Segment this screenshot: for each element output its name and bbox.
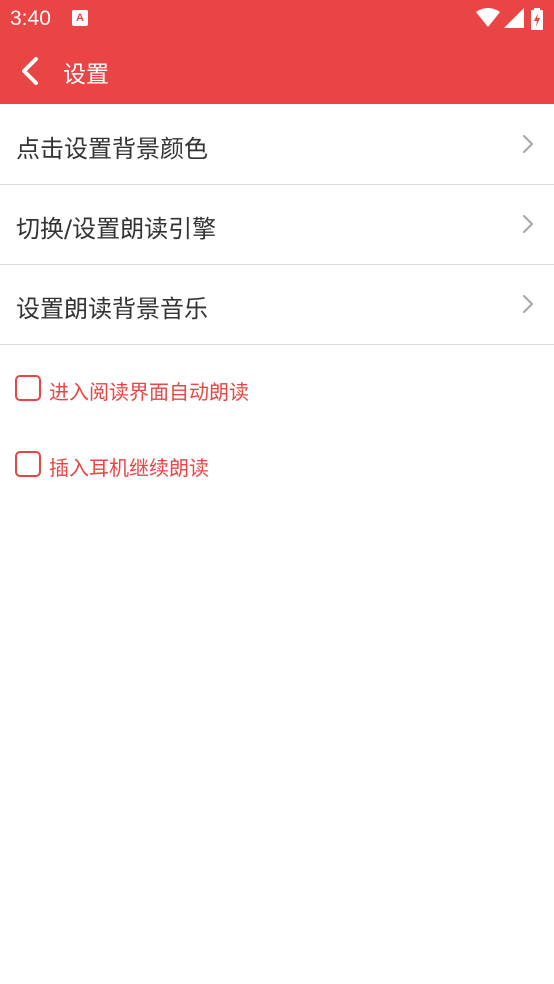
notification-icon: A [72,10,88,26]
chevron-right-icon [523,135,533,153]
status-bar: 3:40 A [0,0,554,38]
notification-icon-letter: A [76,12,84,24]
menu-item-label: 设置朗读背景音乐 [16,295,208,323]
menu-item-background-music[interactable]: 设置朗读背景音乐 [0,265,554,345]
menu-item-label: 切换/设置朗读引擎 [16,215,217,243]
page-title: 设置 [63,62,109,88]
wifi-icon [476,8,500,27]
chevron-right-icon [523,215,533,233]
signal-icon [504,8,524,28]
app-header: 3:40 A 设置 [0,0,554,104]
toolbar: 设置 [0,38,554,104]
chevron-right-icon [523,295,533,313]
option-label: 进入阅读界面自动朗读 [49,380,249,404]
status-time: 3:40 [10,7,51,30]
auto-read-checkbox[interactable] [15,375,41,401]
option-headphone-continue[interactable]: 插入耳机继续朗读 [0,443,554,487]
back-button[interactable] [12,52,50,90]
menu-item-tts-engine[interactable]: 切换/设置朗读引擎 [0,185,554,265]
option-label: 插入耳机继续朗读 [49,456,209,480]
menu-item-label: 点击设置背景颜色 [16,135,208,163]
chevron-left-icon [22,57,38,85]
system-icons [476,8,546,30]
option-auto-read[interactable]: 进入阅读界面自动朗读 [0,367,554,411]
battery-icon [531,8,543,30]
menu-item-background-color[interactable]: 点击设置背景颜色 [0,105,554,185]
headphone-continue-checkbox[interactable] [15,451,41,477]
